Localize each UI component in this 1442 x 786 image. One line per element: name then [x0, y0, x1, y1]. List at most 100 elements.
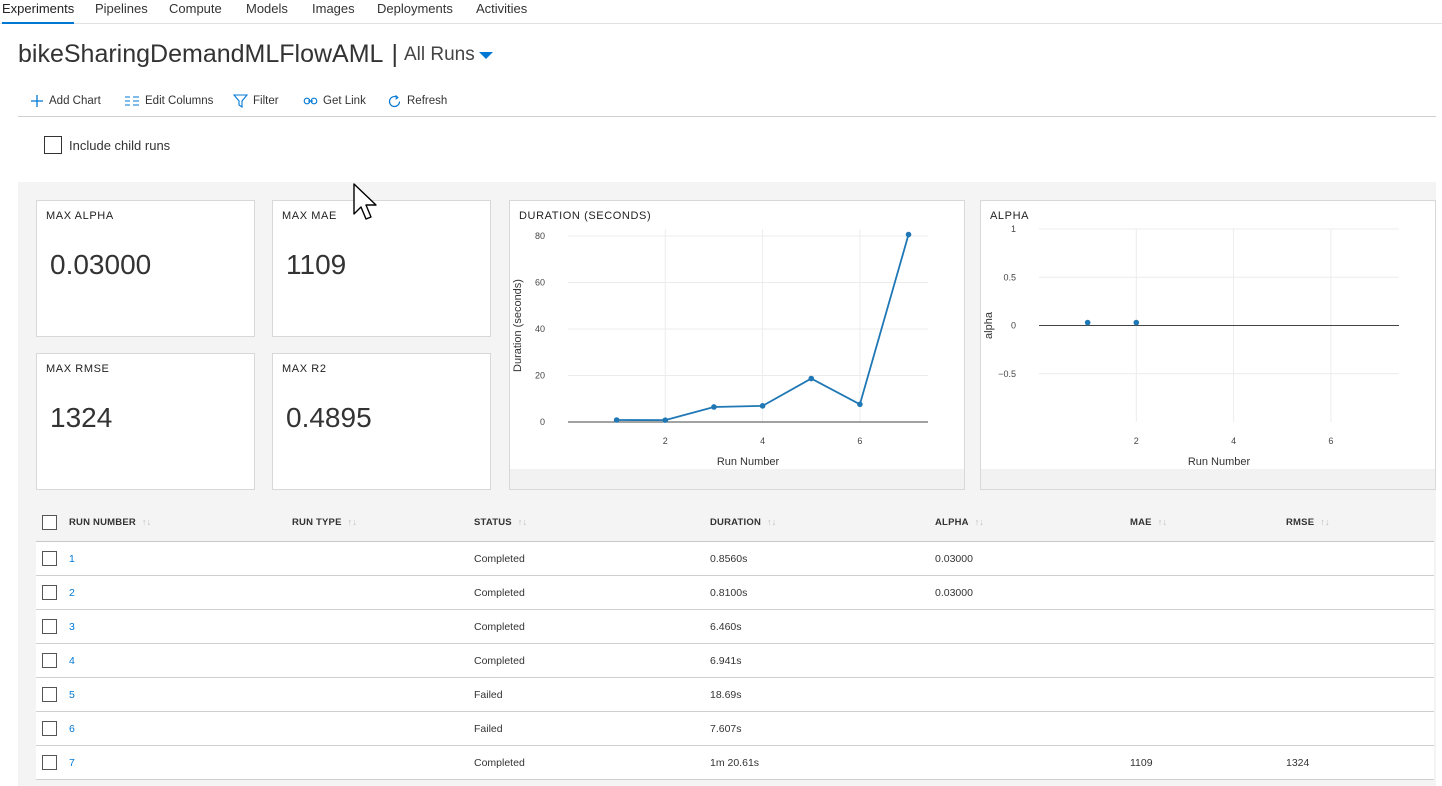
include-child-runs-label: Include child runs [69, 137, 171, 153]
column-header-run-number[interactable]: RUN NUMBER ↑↓ [69, 517, 151, 528]
duration-cell: 1m 20.61s [710, 757, 760, 769]
run-number-link[interactable]: 6 [69, 723, 75, 735]
tab-pipelines[interactable]: Pipelines [95, 0, 148, 24]
row-checkbox[interactable] [42, 721, 57, 736]
title-separator: | [391, 40, 398, 68]
sort-icon: ↑↓ [1320, 517, 1330, 527]
data-point [905, 231, 912, 238]
run-number-link[interactable]: 4 [69, 655, 75, 667]
column-label: RMSE [1286, 517, 1315, 528]
duration-cell: 6.941s [710, 655, 742, 667]
select-all-checkbox[interactable] [42, 515, 57, 530]
sort-icon: ↑↓ [767, 517, 777, 527]
y-tick-label: 40 [535, 324, 545, 334]
column-header-duration[interactable]: DURATION ↑↓ [710, 517, 776, 528]
x-tick-label: 6 [1328, 436, 1333, 446]
row-checkbox[interactable] [42, 687, 57, 702]
y-tick-label: 0 [1011, 321, 1016, 331]
refresh-button[interactable]: Refresh [387, 91, 447, 111]
alpha-chart-card: ALPHA 2 4 6 1 0.5 0 −0.5 Run Number alpha [980, 200, 1436, 490]
tab-images[interactable]: Images [312, 0, 355, 24]
column-header-alpha[interactable]: ALPHA ↑↓ [935, 517, 984, 528]
columns-icon [125, 96, 139, 106]
tab-deployments[interactable]: Deployments [377, 0, 453, 24]
x-tick-label: 4 [760, 436, 765, 446]
table-row[interactable]: 3 Completed 6.460s [36, 610, 1434, 644]
table-row[interactable]: 5 Failed 18.69s [36, 678, 1434, 712]
row-checkbox[interactable] [42, 755, 57, 770]
run-number-link[interactable]: 1 [69, 553, 75, 565]
toolbar: Add Chart Edit Columns Filter Get Link R… [18, 88, 1436, 117]
filter-button[interactable]: Filter [233, 91, 279, 111]
column-label: RUN NUMBER [69, 517, 136, 528]
run-number-link[interactable]: 2 [69, 587, 75, 599]
include-child-runs-checkbox[interactable]: Include child runs [44, 136, 170, 154]
duration-chart[interactable]: 2 4 6020406080Run NumberDuration (seconds) [510, 201, 964, 489]
alpha-chart[interactable]: 2 4 6 1 0.5 0 −0.5 Run Number alpha [981, 201, 1435, 489]
tab-compute[interactable]: Compute [169, 0, 222, 24]
row-checkbox[interactable] [42, 619, 57, 634]
run-number-link[interactable]: 7 [69, 757, 75, 769]
checkbox-box[interactable] [44, 136, 62, 154]
row-checkbox[interactable] [42, 585, 57, 600]
card-value: 0.03000 [50, 249, 152, 280]
run-view-dropdown[interactable]: All Runs [404, 44, 493, 66]
column-header-run-type[interactable]: RUN TYPE ↑↓ [292, 517, 357, 528]
page-title: bikeSharingDemandMLFlowAML | All Runs [18, 40, 493, 74]
rmse-cell: 1324 [1286, 757, 1310, 769]
column-header-mae[interactable]: MAE ↑↓ [1130, 517, 1167, 528]
get-link-button[interactable]: Get Link [303, 91, 366, 111]
row-checkbox[interactable] [42, 551, 57, 566]
duration-cell: 0.8100s [710, 587, 748, 599]
column-label: STATUS [474, 517, 512, 528]
column-header-rmse[interactable]: RMSE ↑↓ [1286, 517, 1330, 528]
sort-icon: ↑↓ [347, 517, 358, 527]
alpha-cell: 0.03000 [935, 553, 973, 565]
status-cell: Completed [474, 621, 525, 633]
card-value: 0.4895 [286, 402, 372, 433]
max-rmse-card: MAX RMSE 1324 [36, 353, 255, 490]
y-tick-label: 80 [535, 231, 545, 241]
status-cell: Completed [474, 757, 525, 769]
y-tick-label: 0 [540, 417, 545, 427]
link-icon [303, 97, 318, 105]
duration-cell: 6.460s [710, 621, 742, 633]
experiment-name: bikeSharingDemandMLFlowAML [18, 40, 384, 68]
y-axis-title: alpha [983, 311, 995, 339]
sort-icon: ↑↓ [517, 517, 528, 527]
column-header-status[interactable]: STATUS ↑↓ [474, 517, 527, 528]
refresh-icon [388, 94, 401, 107]
row-checkbox[interactable] [42, 653, 57, 668]
runs-table: RUN NUMBER ↑↓ RUN TYPE ↑↓ STATUS ↑↓ DURATIO… [36, 506, 1434, 780]
tab-experiments[interactable]: Experiments [2, 0, 75, 24]
card-value: 1109 [286, 249, 347, 280]
add-chart-button[interactable]: Add Chart [30, 91, 101, 111]
tab-models[interactable]: Models [246, 0, 288, 24]
run-number-link[interactable]: 5 [69, 689, 75, 701]
data-point [857, 401, 863, 408]
card-value: 1324 [50, 402, 113, 433]
tab-activities[interactable]: Activities [476, 0, 527, 24]
table-row[interactable]: 4 Completed 6.941s [36, 644, 1434, 678]
sort-icon: ↑↓ [974, 517, 985, 527]
table-row[interactable]: 7 Completed 1m 20.61s 1109 1324 [36, 746, 1434, 780]
status-cell: Completed [474, 587, 525, 599]
plus-icon [31, 95, 43, 107]
data-point [808, 375, 815, 382]
table-header: RUN NUMBER ↑↓ RUN TYPE ↑↓ STATUS ↑↓ DURATIO… [36, 506, 1434, 542]
max-r2-card: MAX R2 0.4895 [272, 353, 491, 490]
card-title: MAX RMSE [46, 363, 110, 375]
add-chart-label: Add Chart [49, 95, 101, 107]
table-row[interactable]: 6 Failed 7.607s [36, 712, 1434, 746]
duration-cell: 7.607s [710, 723, 742, 735]
y-tick-label: −0.5 [998, 369, 1016, 379]
table-row[interactable]: 1 Completed 0.8560s 0.03000 [36, 542, 1434, 576]
mouse-cursor-icon [353, 183, 377, 220]
column-label: RUN TYPE [292, 517, 342, 528]
status-cell: Completed [474, 553, 525, 565]
card-title: MAX MAE [282, 210, 337, 222]
run-number-link[interactable]: 3 [69, 621, 75, 633]
x-tick-label: 2 [1134, 436, 1139, 446]
edit-columns-button[interactable]: Edit Columns [124, 91, 213, 111]
table-row[interactable]: 2 Completed 0.8100s 0.03000 [36, 576, 1434, 610]
